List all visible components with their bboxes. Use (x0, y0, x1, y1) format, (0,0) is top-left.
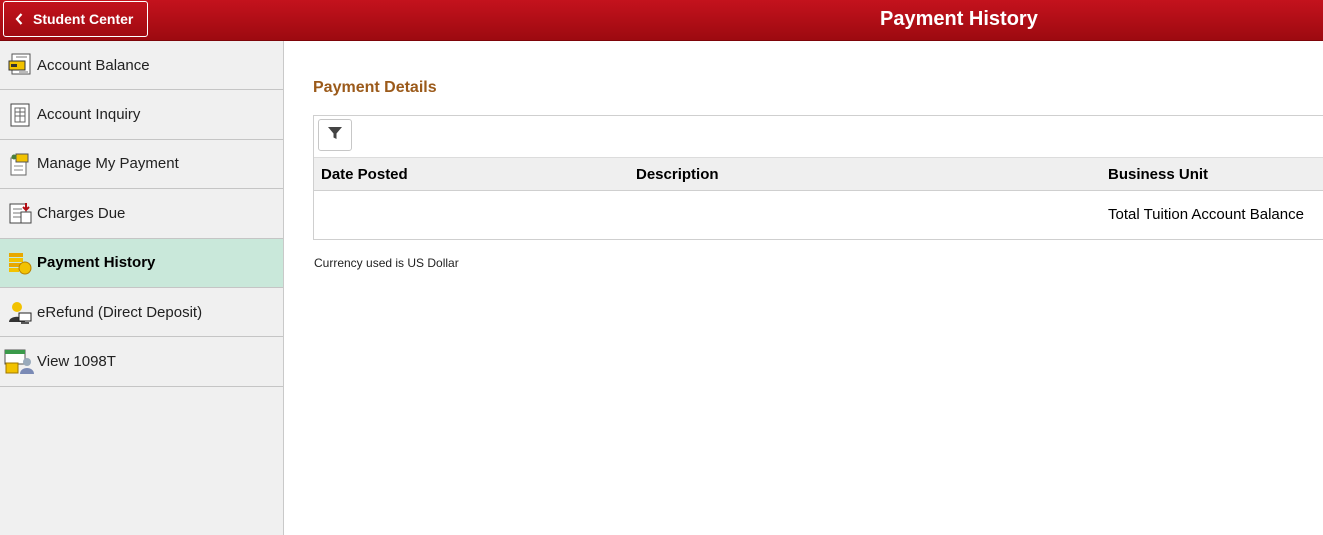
sidebar-item-label: Account Balance (37, 56, 150, 74)
sidebar-item-view-1098t[interactable]: View 1098T (0, 337, 283, 387)
sidebar-item-payment-history[interactable]: Payment History (0, 238, 283, 288)
sidebar-item-account-balance[interactable]: Account Balance (0, 41, 283, 91)
currency-note: Currency used is US Dollar (314, 256, 459, 270)
sidebar: Account Balance Account Inquiry Manage M… (0, 41, 284, 535)
sidebar-item-manage-my-payment[interactable]: Manage My Payment (0, 140, 283, 190)
sidebar-item-charges-due[interactable]: Charges Due (0, 189, 283, 239)
header-bar: Student Center Payment History (0, 0, 1323, 41)
sidebar-item-label: eRefund (Direct Deposit) (37, 303, 203, 321)
payment-details-grid: Date Posted Description Business Unit To… (313, 115, 1323, 240)
view-1098t-icon (0, 349, 37, 375)
sidebar-item-label: Account Inquiry (37, 106, 141, 124)
sidebar-item-label: Manage My Payment (37, 155, 179, 173)
filter-button[interactable] (318, 119, 352, 151)
column-header-description[interactable]: Description (636, 166, 719, 183)
sidebar-item-erefund[interactable]: eRefund (Direct Deposit) (0, 288, 283, 338)
chevron-left-icon (15, 13, 23, 25)
column-header-business-unit[interactable]: Business Unit (1108, 166, 1208, 183)
back-button-label: Student Center (33, 11, 134, 27)
sidebar-item-label: Charges Due (37, 204, 126, 222)
main-content: Payment Details Date Posted Description … (285, 41, 1323, 535)
sidebar-item-account-inquiry[interactable]: Account Inquiry (0, 90, 283, 140)
cell-business-unit: Total Tuition Account Balance (1108, 206, 1304, 223)
filter-icon (327, 125, 343, 146)
table-header: Date Posted Description Business Unit (314, 157, 1323, 191)
section-title: Payment Details (313, 79, 437, 96)
student-center-back-button[interactable]: Student Center (3, 1, 148, 37)
manage-payment-icon (0, 152, 37, 176)
account-balance-icon (0, 53, 37, 77)
table-row: Total Tuition Account Balance (314, 192, 1323, 240)
charges-due-icon (0, 201, 37, 225)
account-inquiry-icon (0, 103, 37, 127)
payment-history-icon (0, 251, 37, 275)
sidebar-item-label: Payment History (37, 254, 156, 272)
erefund-icon (0, 300, 37, 324)
column-header-date-posted[interactable]: Date Posted (321, 166, 408, 183)
sidebar-item-label: View 1098T (37, 353, 116, 371)
page-title: Payment History (880, 8, 1038, 30)
